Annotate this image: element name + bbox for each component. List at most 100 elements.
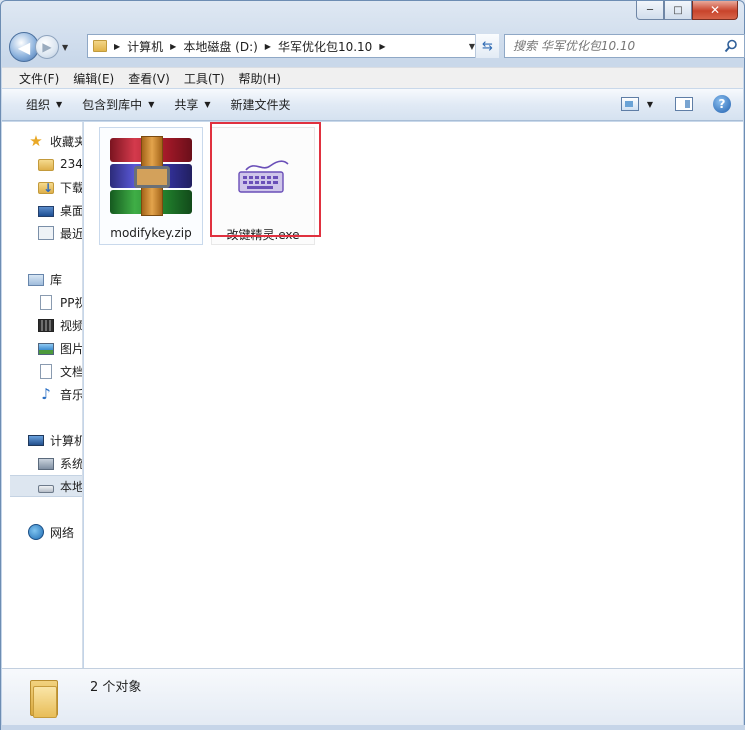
help-icon[interactable]: ? xyxy=(713,95,731,113)
share-label: 共享 xyxy=(174,98,199,112)
sidebar-item-local-disk[interactable]: 本地 xyxy=(10,475,83,497)
breadcrumb-current-folder[interactable]: 华军优化包10.10 xyxy=(278,38,372,55)
details-pane: 2 个对象 xyxy=(2,668,743,725)
menu-file[interactable]: 文件(F) xyxy=(12,70,66,87)
file-item[interactable]: 改键精灵.exe xyxy=(211,127,315,245)
local-drive-icon xyxy=(38,484,54,493)
search-input[interactable] xyxy=(513,39,718,53)
sidebar-item-label: PP视 xyxy=(60,295,82,310)
breadcrumb-computer[interactable]: 计算机 xyxy=(127,38,163,55)
breadcrumb-separator-icon[interactable]: ▶ xyxy=(170,42,176,51)
search-icon[interactable] xyxy=(724,39,738,53)
keyboard-app-icon xyxy=(238,160,289,193)
sidebar-item-favorites[interactable]: ★ 收藏夹 xyxy=(28,130,83,152)
navigation-pane: ★ 收藏夹 234 下载 桌面 最近 库 PP视 视频 图片 文档 ♪ 音乐 xyxy=(2,122,83,668)
sidebar-item-234[interactable]: 234 xyxy=(38,153,83,175)
computer-icon xyxy=(28,435,44,446)
sidebar-item-label: 计算机 xyxy=(50,433,83,448)
menu-tools[interactable]: 工具(T) xyxy=(177,70,232,87)
search-box[interactable] xyxy=(504,34,745,58)
include-in-library-button[interactable]: 包含到库中 ▼ xyxy=(72,96,164,113)
sidebar-item-label: 视频 xyxy=(60,318,83,333)
sidebar-item-label: 收藏夹 xyxy=(50,134,83,149)
network-icon xyxy=(28,524,44,540)
sidebar-item-label: 音乐 xyxy=(60,387,83,402)
organize-button[interactable]: 组织 ▼ xyxy=(16,96,72,113)
forward-button[interactable]: ▶ xyxy=(35,35,59,59)
address-bar[interactable]: ▶ 计算机 ▶ 本地磁盘 (D:) ▶ 华军优化包10.10 ▶ ▼ ⇆ xyxy=(87,34,499,58)
explorer-window: ─ □ ✕ ◀ ▶ ▼ ▶ 计算机 ▶ 本地磁盘 (D:) ▶ 华军优化包10.… xyxy=(0,0,745,730)
folder-icon xyxy=(28,676,60,718)
window-bottom-edge xyxy=(1,725,745,730)
recent-pages-dropdown[interactable]: ▼ xyxy=(62,43,68,52)
document-icon xyxy=(40,294,52,310)
sidebar-item-videos[interactable]: 视频 xyxy=(38,314,83,336)
refresh-icon: ⇆ xyxy=(482,38,493,54)
file-name: modifykey.zip xyxy=(110,226,192,240)
sidebar-item-recent[interactable]: 最近 xyxy=(38,222,83,244)
item-count: 2 个对象 xyxy=(90,680,142,695)
navigation-row: ◀ ▶ ▼ ▶ 计算机 ▶ 本地磁盘 (D:) ▶ 华军优化包10.10 ▶ ▼… xyxy=(9,31,745,63)
video-icon xyxy=(38,319,54,332)
sidebar-item-system-drive[interactable]: 系统 xyxy=(38,452,83,474)
sidebar-item-computer[interactable]: 计算机 xyxy=(28,429,83,451)
close-button[interactable]: ✕ xyxy=(692,1,738,20)
sidebar-item-music[interactable]: ♪ 音乐 xyxy=(38,383,83,405)
breadcrumb-separator-icon[interactable]: ▶ xyxy=(265,42,271,51)
star-icon: ★ xyxy=(29,132,43,150)
sidebar-item-label: 系统 xyxy=(60,456,83,471)
downloads-folder-icon xyxy=(38,181,54,195)
sidebar-item-pp-video[interactable]: PP视 xyxy=(38,291,82,313)
include-in-library-label: 包含到库中 xyxy=(82,98,143,112)
winrar-archive-icon xyxy=(108,136,194,216)
menu-edit[interactable]: 编辑(E) xyxy=(66,70,121,87)
file-item[interactable]: modifykey.zip xyxy=(99,127,203,245)
sidebar-item-documents[interactable]: 文档 xyxy=(38,360,83,382)
folder-icon xyxy=(38,159,54,171)
music-icon: ♪ xyxy=(41,385,51,403)
command-bar: 组织 ▼ 包含到库中 ▼ 共享 ▼ 新建文件夹 ▼ ? xyxy=(2,89,743,121)
file-name: 改键精灵.exe xyxy=(226,228,300,242)
system-drive-icon xyxy=(38,458,54,470)
pictures-icon xyxy=(38,343,54,355)
sidebar-item-desktop[interactable]: 桌面 xyxy=(38,199,83,221)
folder-icon xyxy=(93,40,107,52)
close-icon: ✕ xyxy=(709,3,721,17)
minimize-button[interactable]: ─ xyxy=(636,1,664,20)
sidebar-item-downloads[interactable]: 下载 xyxy=(38,176,82,198)
chevron-down-icon: ▼ xyxy=(56,100,63,109)
preview-pane-icon[interactable] xyxy=(675,97,693,111)
recent-places-icon xyxy=(38,226,54,240)
refresh-button[interactable]: ⇆ xyxy=(475,34,499,58)
sidebar-item-label: 桌面 xyxy=(60,203,83,218)
menu-view[interactable]: 查看(V) xyxy=(121,70,177,87)
organize-label: 组织 xyxy=(26,98,51,112)
maximize-button[interactable]: □ xyxy=(664,1,692,20)
sidebar-item-label: 网络 xyxy=(50,525,75,540)
sidebar-item-label: 图片 xyxy=(60,341,83,356)
chevron-down-icon: ▼ xyxy=(148,100,155,109)
sidebar-item-label: 234 xyxy=(60,157,83,171)
sidebar-item-libraries[interactable]: 库 xyxy=(28,268,82,290)
change-view-icon[interactable] xyxy=(620,97,639,111)
sidebar-item-label: 文档 xyxy=(60,364,83,379)
breadcrumb-separator-icon[interactable]: ▶ xyxy=(379,42,385,51)
library-icon xyxy=(28,274,44,286)
file-list: modifykey.zip 改键精灵.exe xyxy=(84,122,743,668)
sidebar-item-pictures[interactable]: 图片 xyxy=(38,337,83,359)
view-options-dropdown[interactable]: ▼ xyxy=(647,100,653,109)
breadcrumb-drive-d[interactable]: 本地磁盘 (D:) xyxy=(183,38,257,55)
new-folder-button[interactable]: 新建文件夹 xyxy=(221,96,301,113)
view-controls: ▼ ? xyxy=(620,95,731,113)
sidebar-item-label: 最近 xyxy=(60,226,83,241)
document-icon xyxy=(40,363,52,379)
menu-bar: 文件(F) 编辑(E) 查看(V) 工具(T) 帮助(H) xyxy=(2,67,743,88)
sidebar-item-network[interactable]: 网络 xyxy=(28,521,82,543)
forward-arrow-icon: ▶ xyxy=(42,40,52,54)
desktop-icon xyxy=(38,205,54,217)
sidebar-item-label: 本地 xyxy=(60,479,83,494)
share-button[interactable]: 共享 ▼ xyxy=(164,96,220,113)
caption-buttons: ─ □ ✕ xyxy=(636,1,738,20)
menu-help[interactable]: 帮助(H) xyxy=(232,70,288,87)
breadcrumb-separator-icon[interactable]: ▶ xyxy=(114,42,120,51)
